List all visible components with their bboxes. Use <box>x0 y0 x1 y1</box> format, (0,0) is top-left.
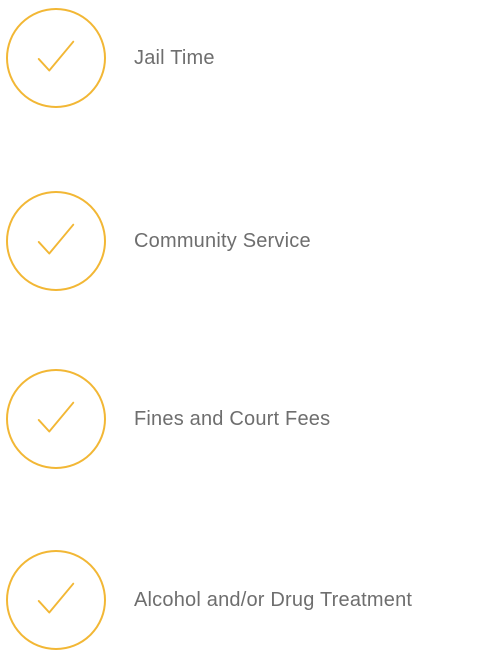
check-icon <box>37 223 75 255</box>
list-item-label: Jail Time <box>134 47 215 69</box>
check-circle-icon <box>6 550 106 650</box>
check-icon <box>37 401 75 433</box>
check-icon <box>37 582 75 614</box>
list-item: Alcohol and/or Drug Treatment <box>0 550 498 652</box>
check-circle-icon <box>6 369 106 469</box>
list-item: Jail Time <box>0 8 498 110</box>
list-item-label: Alcohol and/or Drug Treatment <box>134 589 413 611</box>
list-item-label: Fines and Court Fees <box>134 408 331 430</box>
list-item: Community Service <box>0 191 498 293</box>
list-item: Fines and Court Fees <box>0 369 498 471</box>
consequences-list: Jail Time Community Service Fines and Co… <box>0 0 498 654</box>
check-icon <box>37 40 75 72</box>
check-circle-icon <box>6 191 106 291</box>
list-item-label: Community Service <box>134 230 311 252</box>
check-circle-icon <box>6 8 106 108</box>
